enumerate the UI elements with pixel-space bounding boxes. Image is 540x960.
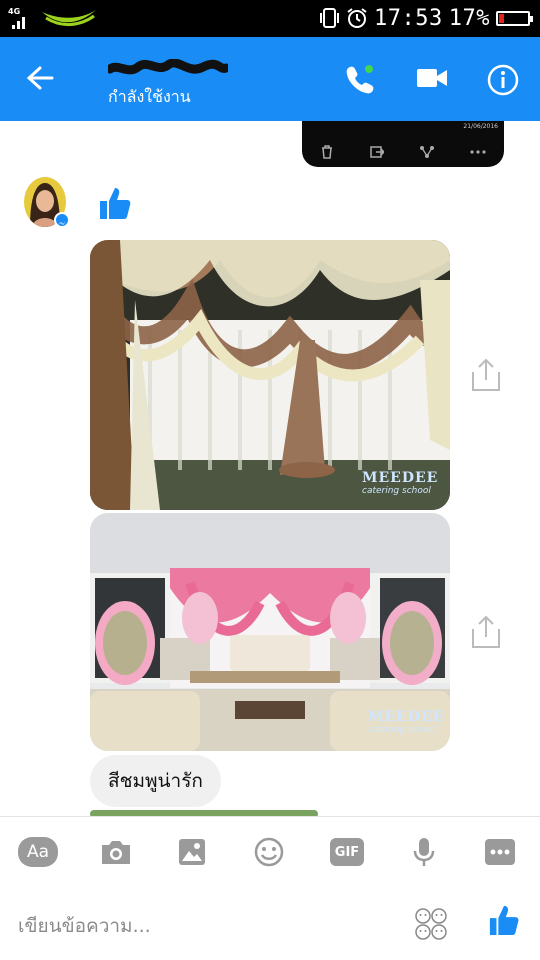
vibrate-icon (320, 8, 340, 28)
shared-photo[interactable]: MEEDEE catering school (90, 240, 450, 510)
clock: 17:53 (374, 5, 443, 31)
battery-icon (496, 10, 533, 26)
gif-button[interactable]: GIF (327, 835, 367, 869)
messenger-badge-icon (54, 212, 70, 228)
info-icon[interactable] (487, 64, 519, 96)
mic-icon (413, 838, 435, 866)
alarm-icon (347, 8, 367, 28)
more-options-button[interactable] (480, 835, 520, 869)
camera-button[interactable] (96, 835, 136, 869)
message-bubble[interactable]: สีชมพูน่ารัก (90, 755, 221, 807)
video-date: 21/06/2016 (463, 123, 498, 130)
more-icon (485, 839, 515, 865)
carrier-logo-icon (42, 10, 96, 26)
message-list[interactable]: 21/06/2016 MEEDEE catering school MEEDEE… (0, 121, 540, 816)
conversation-header: กำลังใช้งาน (0, 37, 540, 121)
gallery-button[interactable] (172, 835, 212, 869)
battery-percent: 17% (448, 5, 490, 31)
stickers-icon[interactable] (414, 907, 448, 941)
like-icon[interactable] (98, 185, 132, 221)
shared-photo[interactable]: MEEDEE catering school (90, 513, 450, 751)
message-input[interactable]: เขียนข้อความ... (18, 911, 151, 941)
trash-icon[interactable] (320, 145, 334, 159)
text-style-button[interactable]: Aa (18, 835, 58, 869)
video-preview[interactable]: 21/06/2016 (302, 121, 504, 167)
camera-icon (102, 841, 130, 864)
share-photo-icon[interactable] (471, 358, 501, 392)
more-icon[interactable] (470, 150, 486, 154)
like-send-icon[interactable] (488, 903, 520, 937)
signal-icon (12, 17, 25, 29)
gallery-icon (179, 839, 205, 865)
contact-status: กำลังใช้งาน (108, 87, 191, 106)
video-call-icon[interactable] (416, 67, 448, 91)
photo-watermark: MEEDEE catering school (368, 709, 445, 735)
network-type: 4G (8, 7, 21, 16)
message-composer: Aa GIF เขียนข้อความ... (0, 816, 540, 960)
phone-icon[interactable] (344, 63, 376, 95)
voice-button[interactable] (404, 835, 444, 869)
video-toolbar (302, 137, 504, 167)
share-photo-icon[interactable] (471, 615, 501, 649)
export-icon[interactable] (370, 145, 384, 159)
share-icon[interactable] (420, 145, 434, 159)
status-bar: 4G 17:53 17% (0, 0, 540, 37)
photo-watermark: MEEDEE catering school (362, 470, 439, 496)
emoji-button[interactable] (249, 835, 289, 869)
emoji-icon (254, 837, 284, 867)
back-arrow-icon[interactable] (26, 65, 54, 91)
